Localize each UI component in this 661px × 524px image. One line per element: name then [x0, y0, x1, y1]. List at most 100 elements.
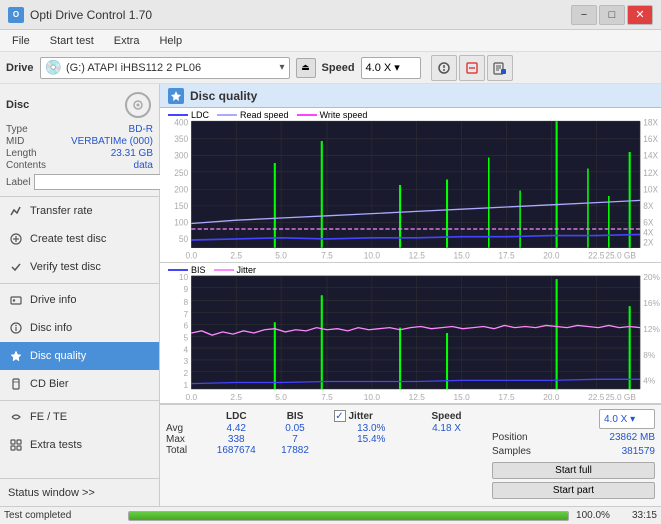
- stats-max-bis: 7: [271, 434, 320, 445]
- sidebar-item-label: Create test disc: [30, 233, 106, 245]
- svg-text:2.5: 2.5: [230, 392, 242, 402]
- sidebar-item-label: Disc quality: [30, 350, 86, 362]
- svg-text:20.0: 20.0: [543, 392, 560, 402]
- sidebar-item-label: FE / TE: [30, 411, 67, 423]
- drive-selector[interactable]: 💿 (G:) ATAPI iHBS112 2 PL06 ▾: [40, 57, 290, 79]
- sidebar-item-disc-info[interactable]: Disc info: [0, 314, 159, 342]
- svg-text:22.5: 22.5: [588, 250, 604, 260]
- speed-selector[interactable]: 4.0 X ▾: [361, 57, 421, 79]
- sidebar-item-label: Extra tests: [30, 439, 82, 451]
- svg-text:2X: 2X: [643, 237, 653, 247]
- minimize-button[interactable]: −: [571, 5, 597, 25]
- create-test-disc-icon: [8, 231, 24, 247]
- disc-quality-icon: [8, 348, 24, 364]
- sidebar-item-transfer-rate[interactable]: Transfer rate: [0, 197, 159, 225]
- stats-total-ldc: 1687674: [202, 445, 271, 456]
- stats-max-jitter: 15.4%: [330, 434, 414, 445]
- svg-text:18X: 18X: [643, 117, 658, 127]
- stats-row-total: Total 1687674 17882: [166, 445, 480, 456]
- menu-start-test[interactable]: Start test: [42, 33, 102, 49]
- svg-text:25.0 GB: 25.0 GB: [605, 392, 636, 402]
- status-window-button[interactable]: Status window >>: [0, 478, 159, 506]
- read-speed-legend-label: Read speed: [240, 110, 289, 120]
- toolbar-btn-2[interactable]: [459, 55, 485, 81]
- toolbar-btn-3[interactable]: [487, 55, 513, 81]
- disc-label-key: Label: [6, 177, 30, 188]
- svg-text:0.0: 0.0: [186, 250, 198, 260]
- stats-avg-ldc: 4.42: [202, 423, 271, 434]
- sidebar-item-extra-tests[interactable]: Extra tests: [0, 431, 159, 459]
- svg-text:25.0 GB: 25.0 GB: [605, 250, 636, 260]
- position-label: Position: [492, 432, 528, 443]
- bis-legend-color: [168, 269, 188, 271]
- svg-text:7.5: 7.5: [321, 392, 333, 402]
- col-jitter-header: ✓ Jitter: [330, 409, 414, 423]
- close-button[interactable]: ✕: [627, 5, 653, 25]
- stats-speed-row: 4.0 X ▾: [492, 409, 655, 429]
- drive-select-text: (G:) ATAPI iHBS112 2 PL06: [66, 62, 276, 74]
- svg-text:100: 100: [174, 217, 188, 227]
- progress-fill: [129, 512, 568, 520]
- jitter-checkbox[interactable]: ✓: [334, 410, 346, 422]
- svg-text:10.0: 10.0: [364, 392, 381, 402]
- svg-text:5: 5: [184, 332, 189, 342]
- progress-bar: [128, 511, 569, 521]
- ldc-legend-label: LDC: [191, 110, 209, 120]
- disc-length-label: Length: [6, 148, 37, 159]
- svg-text:50: 50: [179, 234, 189, 244]
- bis-legend-label: BIS: [191, 265, 206, 275]
- nav-divider-1: [0, 283, 159, 284]
- main-layout: Disc Type BD-R MID VERBATIMe (000) Lengt…: [0, 84, 661, 506]
- status-text: Test completed: [4, 510, 124, 521]
- eject-button[interactable]: ⏏: [296, 58, 316, 78]
- disc-info-icon: [8, 320, 24, 336]
- svg-text:4%: 4%: [643, 375, 656, 385]
- stats-table: LDC BIS ✓ Jitter Speed: [166, 409, 480, 456]
- disc-mid-label: MID: [6, 136, 24, 147]
- jitter-legend-label: Jitter: [237, 265, 257, 275]
- disc-type-value: BD-R: [129, 124, 153, 135]
- svg-text:20%: 20%: [643, 272, 660, 282]
- start-full-button[interactable]: Start full: [492, 462, 655, 479]
- toolbar-btn-1[interactable]: [431, 55, 457, 81]
- sidebar-item-create-test-disc[interactable]: Create test disc: [0, 225, 159, 253]
- sidebar-item-fe-te[interactable]: FE / TE: [0, 403, 159, 431]
- svg-text:12.5: 12.5: [409, 392, 426, 402]
- drive-info-icon: [8, 292, 24, 308]
- menu-file[interactable]: File: [4, 33, 38, 49]
- sidebar-item-label: Drive info: [30, 294, 76, 306]
- menu-extra[interactable]: Extra: [106, 33, 148, 49]
- disc-label-input[interactable]: [34, 174, 172, 190]
- svg-text:5.0: 5.0: [275, 392, 287, 402]
- verify-test-disc-icon: [8, 259, 24, 275]
- sidebar-item-label: CD Bier: [30, 378, 69, 390]
- disc-type-row: Type BD-R: [6, 124, 153, 135]
- disc-mid-value: VERBATIMe (000): [71, 136, 153, 147]
- status-bar: Test completed 100.0% 33:15: [0, 506, 661, 524]
- disc-section: Disc Type BD-R MID VERBATIMe (000) Lengt…: [0, 84, 159, 197]
- speed-value: 4.0 X ▾: [366, 61, 400, 74]
- maximize-button[interactable]: □: [599, 5, 625, 25]
- sidebar-item-disc-quality[interactable]: Disc quality: [0, 342, 159, 370]
- stats-row-max: Max 338 7 15.4%: [166, 434, 480, 445]
- menu-help[interactable]: Help: [151, 33, 190, 49]
- disc-quality-header-icon: [168, 88, 184, 104]
- svg-text:2: 2: [184, 368, 189, 378]
- sidebar-item-verify-test-disc[interactable]: Verify test disc: [0, 253, 159, 281]
- disc-type-label: Type: [6, 124, 28, 135]
- stats-avg-bis: 0.05: [271, 423, 320, 434]
- status-window-label: Status window >>: [8, 487, 95, 499]
- sidebar-item-drive-info[interactable]: Drive info: [0, 286, 159, 314]
- svg-text:350: 350: [174, 134, 188, 144]
- speed-dropdown[interactable]: 4.0 X ▾: [599, 409, 655, 429]
- sidebar-item-cd-bier[interactable]: CD Bier: [0, 370, 159, 398]
- bis-chart-svg: 10 9 8 7 6 5 4 3 2 1 20% 16% 12% 8% 4%: [160, 263, 661, 403]
- svg-text:300: 300: [174, 150, 188, 160]
- stats-avg-label: Avg: [166, 423, 202, 434]
- disc-contents-row: Contents data: [6, 160, 153, 171]
- disc-image-icon: [123, 90, 153, 120]
- stats-table-container: LDC BIS ✓ Jitter Speed: [160, 405, 486, 506]
- stats-total-bis: 17882: [271, 445, 320, 456]
- start-part-button[interactable]: Start part: [492, 482, 655, 499]
- svg-text:6: 6: [184, 321, 189, 331]
